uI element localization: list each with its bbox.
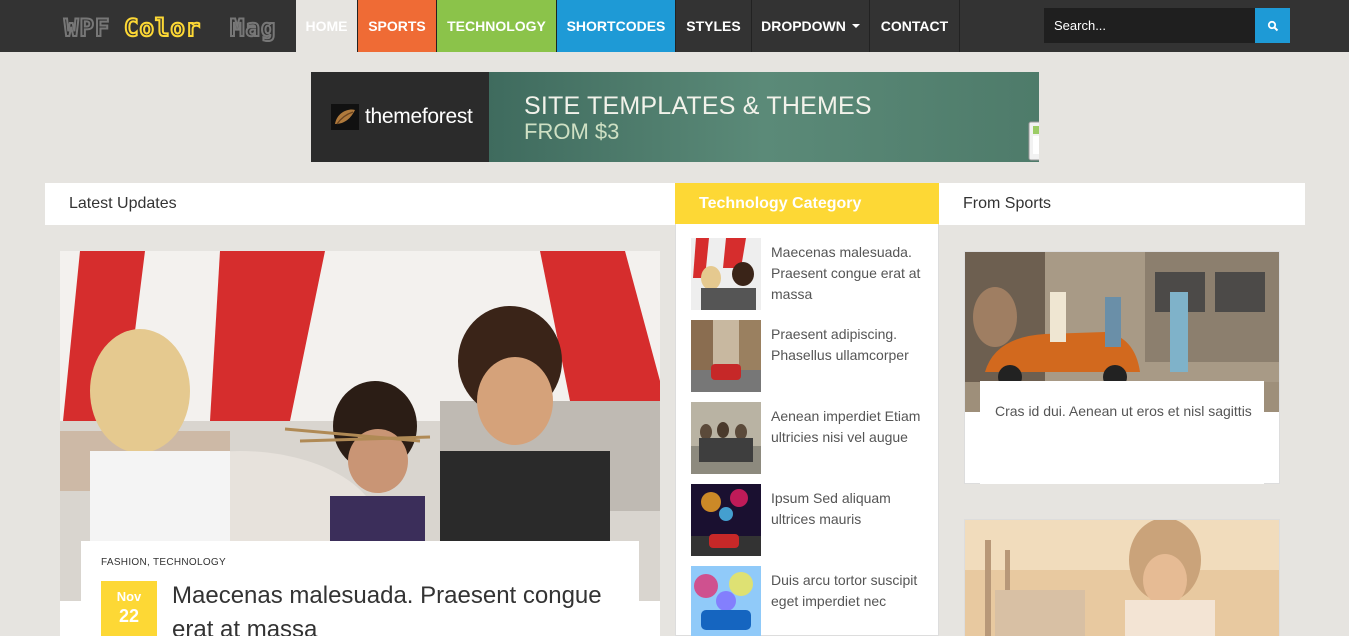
caret-down-icon [851, 24, 860, 28]
search-icon [1267, 20, 1278, 31]
from-sports-header: From Sports [939, 183, 1305, 225]
sports-post-image[interactable] [965, 520, 1279, 636]
nav-sports[interactable]: SPORTS [358, 0, 437, 52]
banner-headline: SITE TEMPLATES & THEMES [524, 92, 872, 120]
sports-post-caption-box: Cras id dui. Aenean ut eros et nisl sagi… [980, 381, 1264, 484]
svg-text:WPF: WPF [64, 14, 110, 42]
nav-shortcodes[interactable]: SHORTCODES [557, 0, 676, 52]
post-thumbnail[interactable] [691, 566, 761, 636]
post-thumbnail[interactable] [691, 484, 761, 556]
featured-post-card: FASHION, TECHNOLOGY Nov 22 Maecenas male… [81, 541, 639, 636]
post-date-day: 22 [118, 606, 140, 626]
nav-sports-label: SPORTS [368, 18, 426, 34]
nav-technology[interactable]: TECHNOLOGY [437, 0, 557, 52]
nav-technology-label: TECHNOLOGY [447, 18, 546, 34]
svg-text:Mag: Mag [230, 14, 276, 42]
search-button[interactable] [1255, 8, 1290, 43]
latest-updates-header: Latest Updates [45, 183, 675, 225]
post-title[interactable]: Ipsum Sed aliquam ultrices mauris [771, 488, 931, 530]
main-menu: HOME SPORTS TECHNOLOGY SHORTCODES STYLES… [296, 0, 960, 52]
banner-message-area: SITE TEMPLATES & THEMES FROM $3 [489, 72, 1039, 162]
nav-contact[interactable]: CONTACT [870, 0, 960, 52]
technology-list: Maecenas malesuada. Praesent congue erat… [675, 224, 939, 636]
list-item[interactable]: Aenean imperdiet Etiam ultricies nisi ve… [691, 402, 931, 474]
search-input[interactable] [1044, 8, 1255, 43]
list-item[interactable]: Maecenas malesuada. Praesent congue erat… [691, 238, 931, 310]
post-title[interactable]: Maecenas malesuada. Praesent congue erat… [771, 242, 931, 305]
featured-post-title[interactable]: Maecenas malesuada. Praesent congue erat… [172, 579, 602, 636]
nav-dropdown-label: DROPDOWN [761, 18, 846, 34]
post-title[interactable]: Aenean imperdiet Etiam ultricies nisi ve… [771, 406, 931, 448]
post-date-badge: Nov 22 [101, 581, 157, 636]
post-title[interactable]: Praesent adipiscing. Phasellus ullamcorp… [771, 324, 931, 366]
list-item[interactable]: Duis arcu tortor suscipit eget imperdiet… [691, 566, 931, 636]
technology-category-title: Technology Category [699, 195, 862, 212]
nav-contact-label: CONTACT [880, 18, 949, 34]
banner-brand-area: themeforest [311, 72, 489, 162]
post-title[interactable]: Cras id dui. Aenean ut eros et nisl sagi… [995, 401, 1255, 422]
nav-styles[interactable]: STYLES [676, 0, 752, 52]
nav-shortcodes-label: SHORTCODES [566, 18, 666, 34]
banner-brand-text: themeforest [365, 105, 473, 128]
post-title[interactable]: Duis arcu tortor suscipit eget imperdiet… [771, 570, 931, 612]
list-item[interactable]: Ipsum Sed aliquam ultrices mauris [691, 484, 931, 556]
sports-post-card[interactable] [964, 519, 1280, 636]
latest-updates-title: Latest Updates [69, 195, 177, 212]
svg-text:Color: Color [124, 14, 201, 42]
sports-post-card[interactable]: Cras id dui. Aenean ut eros et nisl sagi… [964, 251, 1280, 484]
nav-home-label: HOME [305, 18, 348, 34]
post-categories[interactable]: FASHION, TECHNOLOGY [101, 557, 226, 568]
banner-subline: FROM $3 [524, 119, 620, 144]
ad-banner[interactable]: themeforest SITE TEMPLATES & THEMES FROM… [311, 72, 1039, 162]
devices-illustration [1028, 121, 1039, 161]
technology-category-header: Technology Category [675, 183, 939, 225]
post-thumbnail[interactable] [691, 320, 761, 392]
top-navbar: WPF Color Mag HOME SPORTS TECHNOLOGY SHO… [0, 0, 1349, 52]
site-logo[interactable]: WPF Color Mag [62, 10, 287, 44]
post-date-month: Nov [116, 589, 142, 604]
themeforest-leaf-icon [331, 104, 359, 130]
nav-dropdown[interactable]: DROPDOWN [752, 0, 870, 52]
nav-styles-label: STYLES [686, 18, 741, 34]
post-thumbnail[interactable] [691, 402, 761, 474]
nav-home[interactable]: HOME [296, 0, 358, 52]
from-sports-title: From Sports [963, 195, 1052, 212]
list-item[interactable]: Praesent adipiscing. Phasellus ullamcorp… [691, 320, 931, 392]
post-thumbnail[interactable] [691, 238, 761, 310]
